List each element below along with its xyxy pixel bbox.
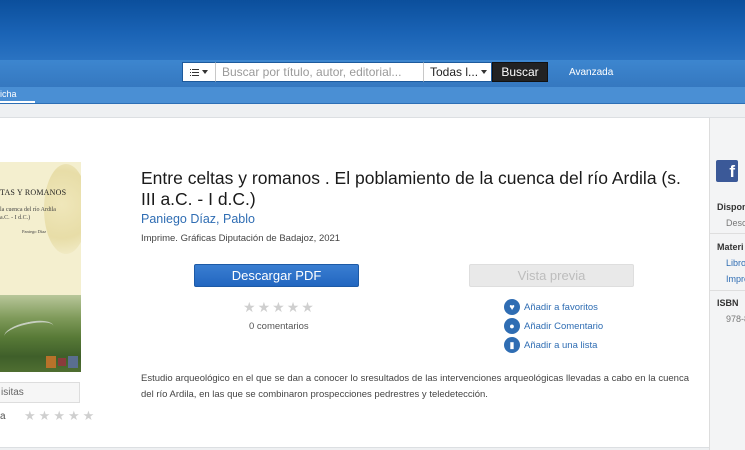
- rating-label: a: [0, 411, 6, 422]
- chevron-down-icon: [202, 70, 208, 74]
- rating-stars-left[interactable]: ★ ★ ★ ★ ★: [24, 409, 94, 422]
- material-link-book[interactable]: Libro: [726, 258, 745, 268]
- chevron-down-icon: [481, 70, 487, 74]
- star-icon[interactable]: ★: [287, 300, 300, 314]
- availability-value: Desc: [726, 218, 745, 228]
- comments-count[interactable]: 0 comentarios: [249, 321, 309, 332]
- action-label: Añadir Comentario: [524, 320, 604, 332]
- book-cover[interactable]: TAS Y ROMANOS la cuenca del río Ardila a…: [0, 162, 81, 372]
- action-label: Añadir a una lista: [524, 339, 598, 351]
- tab-ficha[interactable]: icha: [0, 88, 35, 103]
- isbn-value: 978-8: [726, 314, 745, 324]
- bookmark-icon: ▮: [504, 337, 520, 353]
- add-comment[interactable]: ● Añadir Comentario: [504, 318, 603, 334]
- comment-icon: ●: [504, 318, 520, 334]
- cover-logo: [46, 356, 56, 368]
- star-icon[interactable]: ★: [272, 300, 285, 314]
- star-icon[interactable]: ★: [24, 409, 36, 422]
- nav-bar: [0, 87, 745, 104]
- star-icon[interactable]: ★: [301, 300, 314, 314]
- visits-counter: isitas: [0, 382, 80, 403]
- book-title: Entre celtas y romanos . El poblamiento …: [141, 168, 681, 209]
- isbn-label: ISBN: [717, 298, 739, 308]
- divider: [710, 290, 745, 291]
- search-input[interactable]: [216, 62, 423, 82]
- add-to-favorites[interactable]: ♥ Añadir a favoritos: [504, 299, 598, 315]
- add-to-list[interactable]: ▮ Añadir a una lista: [504, 337, 597, 353]
- cover-title: TAS Y ROMANOS: [0, 188, 67, 197]
- material-label: Materi: [717, 242, 744, 252]
- preview-button[interactable]: Vista previa: [469, 264, 634, 287]
- star-icon[interactable]: ★: [39, 409, 51, 422]
- book-author-link[interactable]: Paniego Díaz, Pablo: [141, 212, 255, 226]
- download-pdf-button[interactable]: Descargar PDF: [194, 264, 359, 287]
- advanced-search-link[interactable]: Avanzada: [569, 67, 613, 78]
- cover-subtitle: a.C. - I d.C.): [0, 215, 31, 221]
- sub-header-strip: [0, 104, 745, 118]
- star-icon[interactable]: ★: [68, 409, 80, 422]
- action-label: Añadir a favoritos: [524, 301, 598, 313]
- cover-subtitle: la cuenca del río Ardila: [0, 207, 56, 213]
- cover-logo: [58, 358, 66, 366]
- cover-author: Paniego Díaz: [22, 229, 47, 234]
- cover-logo: [68, 356, 78, 368]
- book-publisher: Imprime. Gráficas Diputación de Badajoz,…: [141, 233, 341, 244]
- material-link-print[interactable]: Impre: [726, 274, 745, 284]
- facebook-icon[interactable]: f: [716, 160, 738, 182]
- star-icon[interactable]: ★: [83, 409, 95, 422]
- star-icon[interactable]: ★: [243, 300, 256, 314]
- rating-stars[interactable]: ★ ★ ★ ★ ★: [243, 300, 314, 314]
- star-icon[interactable]: ★: [53, 409, 65, 422]
- search-category-select[interactable]: Todas l...: [423, 62, 492, 82]
- heart-icon: ♥: [504, 299, 520, 315]
- availability-label: Dispon: [717, 202, 745, 212]
- search-button[interactable]: Buscar: [492, 62, 548, 82]
- search-options-menu[interactable]: [182, 62, 216, 82]
- star-icon[interactable]: ★: [258, 300, 271, 314]
- book-description: Estudio arqueológico en el que se dan a …: [141, 373, 689, 400]
- search-bar: Todas l... Buscar: [182, 62, 555, 82]
- list-icon: [190, 68, 199, 76]
- site-header: [0, 0, 745, 60]
- divider: [710, 233, 745, 234]
- search-category-value: Todas l...: [430, 65, 479, 79]
